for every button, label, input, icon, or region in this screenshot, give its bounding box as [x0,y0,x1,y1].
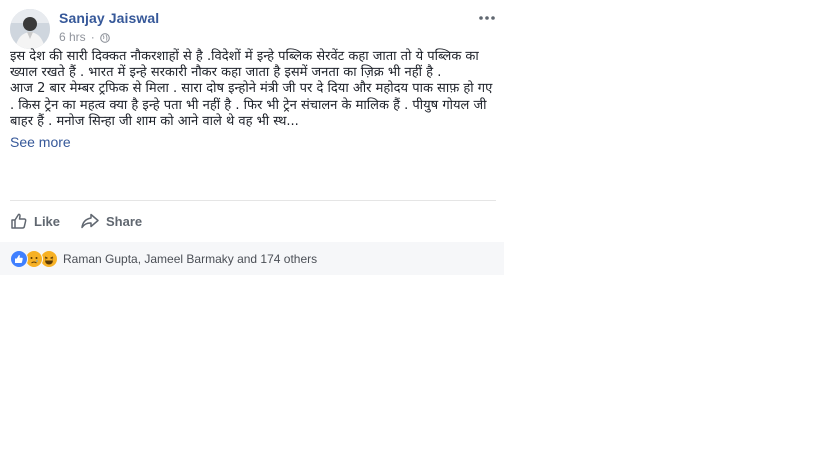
like-button[interactable]: Like [10,212,60,230]
thumbs-up-icon [11,213,27,229]
reaction-icons[interactable] [10,249,58,268]
post-timestamp[interactable]: 6 hrs [59,30,86,44]
post-paragraph: आज 2 बार मेम्बर ट्रफिक से मिला . सारा दो… [10,81,493,129]
feed-post: Sanjay Jaiswal 6 hrs · इस देश की सारी दि… [0,0,504,275]
author-name[interactable]: Sanjay Jaiswal [59,10,159,26]
post-body: इस देश की सारी दिक्कत नौकरशाहों से है .व… [10,49,496,150]
globe-icon[interactable] [99,32,110,43]
post-header: Sanjay Jaiswal 6 hrs · [10,8,500,49]
share-label: Share [106,213,143,229]
post-meta: 6 hrs · [59,30,110,44]
post-actions: Like Share [10,210,496,232]
like-reaction-icon [10,249,28,268]
reactions-bar: Raman Gupta, Jameel Barmaky and 174 othe… [0,242,504,275]
share-button[interactable]: Share [80,212,142,230]
meta-separator: · [90,30,95,44]
like-label: Like [34,213,61,229]
see-more-link[interactable]: See more [10,134,496,150]
reactors-summary[interactable]: Raman Gupta, Jameel Barmaky and 174 othe… [63,252,317,266]
author-avatar[interactable] [10,9,50,49]
divider [10,200,496,201]
post-paragraph: इस देश की सारी दिक्कत नौकरशाहों से है .व… [10,49,479,81]
more-options-icon[interactable] [478,10,496,20]
share-arrow-icon [81,213,99,229]
